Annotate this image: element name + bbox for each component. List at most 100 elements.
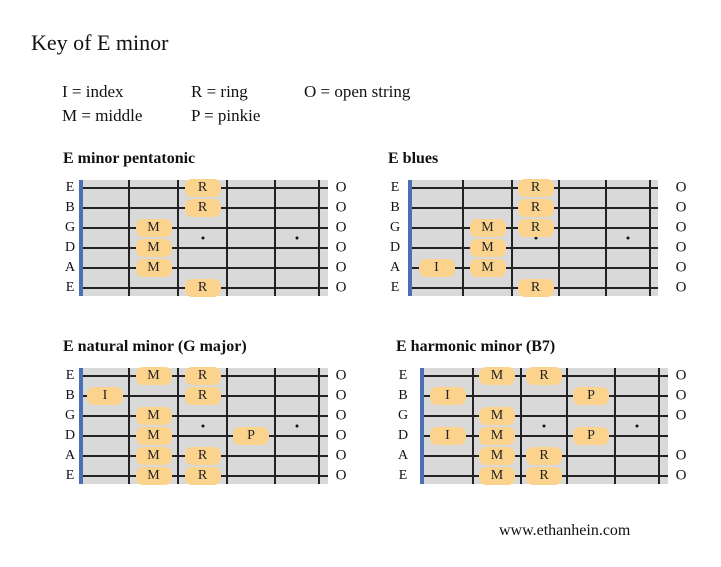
open-string-marker: O (335, 367, 347, 384)
finger-note-m: M (479, 447, 515, 465)
fret-line-1 (128, 180, 130, 296)
open-string-marker: O (675, 219, 687, 236)
fret-line-5 (649, 180, 651, 296)
diagram-title: E minor pentatonic (63, 150, 196, 167)
finger-note-r: R (517, 279, 554, 297)
fret-line-3 (226, 180, 228, 296)
string-label-a: A (397, 448, 409, 463)
open-string-marker: O (335, 407, 347, 424)
finger-note-r: R (517, 219, 554, 237)
finger-note-m: M (135, 467, 172, 485)
string-label-g: G (64, 408, 76, 423)
open-string-marker: O (335, 239, 347, 256)
finger-note-i: I (418, 259, 455, 277)
string-line (81, 435, 328, 437)
fret-line-5 (318, 368, 320, 484)
legend-index: I = index (62, 82, 124, 101)
string-label-b: B (65, 388, 75, 403)
fret-inlay-dot (542, 424, 546, 428)
open-string-marker: O (335, 447, 347, 464)
fret-line-1 (472, 368, 474, 484)
nut (420, 368, 424, 484)
finger-note-m: M (479, 367, 515, 385)
finger-note-r: R (526, 467, 562, 485)
string-label-e: E (398, 368, 408, 383)
finger-note-r: R (184, 447, 221, 465)
fret-inlay-dot (201, 236, 204, 240)
string-label-a: A (64, 260, 76, 275)
string-label-d: D (64, 240, 76, 255)
open-string-marker: O (675, 367, 687, 384)
finger-note-r: R (184, 387, 221, 405)
fret-line-4 (614, 368, 616, 484)
finger-note-r: R (184, 199, 221, 217)
fret-line-2 (177, 368, 179, 484)
string-line (422, 415, 668, 417)
string-label-e: E (65, 468, 75, 483)
string-line (81, 247, 328, 249)
fret-line-1 (462, 180, 464, 296)
string-line (81, 227, 328, 229)
string-label-g: G (64, 220, 76, 235)
open-string-marker: O (675, 447, 687, 464)
open-string-marker: O (675, 467, 687, 484)
fret-inlay-dot (295, 424, 299, 428)
fret-line-2 (520, 368, 522, 484)
fret-inlay-dot (635, 424, 639, 428)
string-label-g: G (389, 220, 401, 235)
legend-pinkie: P = pinkie (191, 106, 261, 125)
string-label-b: B (390, 200, 400, 215)
open-string-marker: O (675, 179, 687, 196)
string-label-e: E (390, 280, 400, 295)
open-string-marker: O (675, 279, 687, 296)
diagram-e-blues: E blues EOBOGODOAOEORRMRMIMR (388, 150, 688, 310)
website-credit: www.ethanhein.com (499, 522, 631, 539)
nut (79, 368, 83, 484)
open-string-marker: O (675, 407, 687, 424)
open-string-marker: O (675, 199, 687, 216)
diagram-title: E natural minor (G major) (63, 338, 247, 355)
open-string-marker: O (675, 259, 687, 276)
nut (79, 180, 83, 296)
finger-note-r: R (526, 447, 562, 465)
fret-line-4 (605, 180, 607, 296)
finger-note-m: M (479, 427, 515, 445)
open-string-marker: O (335, 467, 347, 484)
finger-note-m: M (135, 427, 172, 445)
fret-line-3 (566, 368, 568, 484)
string-label-e: E (390, 180, 400, 195)
finger-note-r: R (184, 279, 221, 297)
string-label-e: E (65, 368, 75, 383)
finger-note-m: M (135, 259, 172, 277)
fret-line-4 (274, 368, 276, 484)
finger-note-r: R (184, 467, 221, 485)
finger-note-i: I (429, 387, 466, 405)
finger-note-r: R (517, 179, 554, 197)
fret-line-2 (511, 180, 513, 296)
string-label-a: A (389, 260, 401, 275)
finger-note-r: R (517, 199, 554, 217)
fret-line-2 (177, 180, 179, 296)
open-string-marker: O (675, 239, 687, 256)
finger-note-m: M (135, 367, 172, 385)
string-label-e: E (398, 468, 408, 483)
finger-note-m: M (135, 239, 172, 257)
open-string-marker: O (675, 387, 687, 404)
finger-note-i: I (429, 427, 466, 445)
finger-note-m: M (135, 447, 172, 465)
diagram-title: E harmonic minor (B7) (396, 338, 556, 355)
legend-ring: R = ring (191, 82, 248, 101)
finger-note-m: M (469, 219, 506, 237)
open-string-marker: O (335, 219, 347, 236)
fret-inlay-dot (295, 236, 299, 240)
string-label-e: E (65, 180, 75, 195)
legend-open-string: O = open string (304, 82, 411, 101)
open-string-marker: O (335, 279, 347, 296)
string-label-d: D (64, 428, 76, 443)
fret-inlay-dot (626, 236, 630, 240)
finger-note-p: P (573, 427, 609, 445)
diagram-e-natural-minor: E natural minor (G major) EOBOGODOAOEOMR… (63, 338, 363, 498)
open-string-marker: O (335, 199, 347, 216)
open-string-marker: O (335, 427, 347, 444)
finger-note-m: M (469, 239, 506, 257)
